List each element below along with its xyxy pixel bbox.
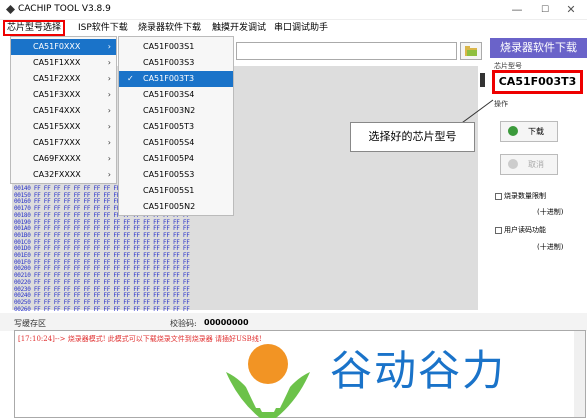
folder-icon <box>465 46 477 56</box>
chip-family-label: CA32FXXXX <box>33 170 81 179</box>
chip-model-label: CA51F005P4 <box>143 154 195 163</box>
chip-model-label: CA51F005S3 <box>143 170 195 179</box>
mode-banner: 烧录器软件下载 <box>490 38 587 58</box>
chip-family-label: CA51F4XXX <box>33 106 81 115</box>
download-label: 下载 <box>528 127 544 136</box>
chevron-right-icon: › <box>107 90 111 99</box>
chip-family-menu: CA51F0XXX › CA51F1XXX › CA51F2XXX › CA51F3XXX ›… <box>10 36 117 184</box>
cancel-icon <box>508 159 518 169</box>
chip-family-item[interactable]: CA51F2XXX › <box>11 71 116 87</box>
chip-model-label: CA51F005S1 <box>143 186 195 195</box>
count-limit-checkbox[interactable] <box>495 192 502 200</box>
chip-family-label: CA51F1XXX <box>33 58 81 67</box>
brand-logo-text: 谷动谷力 <box>330 346 507 395</box>
chip-model-label: CA51F003S1 <box>143 42 195 51</box>
chip-family-label: CA51F3XXX <box>33 90 81 99</box>
write-buffer-label: 写缓存区 <box>14 319 46 328</box>
chip-family-item[interactable]: CA32FXXXX › <box>11 167 116 183</box>
chip-model-label: CA51F005T3 <box>143 122 195 131</box>
chip-family-item[interactable]: CA51F7XXX › <box>11 135 116 151</box>
chevron-right-icon: › <box>107 106 111 115</box>
log-scrollbar[interactable] <box>574 331 585 417</box>
user-read-checkbox[interactable] <box>495 226 502 234</box>
checksum-value: 00000000 <box>204 318 249 327</box>
menu-serial-assistant[interactable]: 串口调试助手 <box>274 22 328 34</box>
chip-family-item[interactable]: CA51F3XXX › <box>11 87 116 103</box>
chip-model-item[interactable]: CA51F005S3 <box>119 167 233 183</box>
menu-isp-download[interactable]: ISP软件下载 <box>78 22 128 34</box>
chip-family-label: CA69FXXXX <box>33 154 81 163</box>
chip-model-item[interactable]: CA51F003S3 <box>119 55 233 71</box>
close-button[interactable]: ✕ <box>560 2 582 18</box>
chip-model-label: CA51F005S4 <box>143 138 195 147</box>
chevron-right-icon: › <box>107 122 111 131</box>
menu-touch-debug[interactable]: 触摸开发调试 <box>212 22 266 34</box>
chip-model-item[interactable]: CA51F005T3 <box>119 119 233 135</box>
chip-family-item[interactable]: CA51F0XXX › <box>11 39 116 55</box>
chip-family-label: CA51F7XXX <box>33 138 81 147</box>
user-read-option[interactable]: 用户读码功能 <box>495 225 546 235</box>
chevron-right-icon: › <box>107 74 111 83</box>
chip-model-label: CA51F003T3 <box>143 74 195 83</box>
hex-row: 00260 FF FF FF FF FF FF FF FF FF FF FF F… <box>14 305 190 313</box>
chip-family-item[interactable]: CA51F4XXX › <box>11 103 116 119</box>
chip-model-item[interactable]: CA51F003N2 <box>119 103 233 119</box>
open-folder-button[interactable] <box>460 42 482 60</box>
count-limit-label: 烧录数量限制 <box>504 192 546 200</box>
chip-model-label: CA51F003S3 <box>143 58 195 67</box>
operation-label: 操作 <box>494 100 508 108</box>
chip-family-item[interactable]: CA51F1XXX › <box>11 55 116 71</box>
hex-scrollbar[interactable] <box>480 73 485 87</box>
download-button[interactable]: 下载 <box>500 121 558 142</box>
chip-model-label: CA51F003S4 <box>143 90 195 99</box>
cancel-button[interactable]: 取消 <box>500 154 558 175</box>
menu-programmer-download[interactable]: 烧录器软件下载 <box>138 22 201 34</box>
chevron-right-icon: › <box>107 42 111 51</box>
decimal-label-2: (十进制) <box>537 243 564 251</box>
chip-model-item[interactable]: CA51F003S1 <box>119 39 233 55</box>
chevron-right-icon: › <box>107 138 111 147</box>
chip-family-label: CA51F0XXX <box>33 42 81 51</box>
annotation-callout: 选择好的芯片型号 <box>350 122 475 152</box>
user-read-label: 用户读码功能 <box>504 226 546 234</box>
minimize-button[interactable]: — <box>506 2 528 18</box>
chip-model-item[interactable]: CA51F005S1 <box>119 183 233 199</box>
chip-model-item[interactable]: CA51F005S4 <box>119 135 233 151</box>
menu-chip-select[interactable]: 芯片型号选择 <box>3 20 66 36</box>
maximize-button[interactable]: ☐ <box>534 2 556 18</box>
count-limit-option[interactable]: 烧录数量限制 <box>495 191 546 201</box>
chip-model-item[interactable]: CA51F003S4 <box>119 87 233 103</box>
decimal-label-1: (十进制) <box>537 208 564 216</box>
chevron-right-icon: › <box>107 170 111 179</box>
chip-model-label: CA51F003N2 <box>143 106 196 115</box>
cancel-label: 取消 <box>528 160 544 169</box>
brand-logo-icon <box>226 344 310 418</box>
chip-family-label: CA51F2XXX <box>33 74 81 83</box>
chip-model-item[interactable]: ✓ CA51F003T3 <box>119 71 233 87</box>
file-path-input[interactable] <box>236 42 457 60</box>
chip-model-item[interactable]: CA51F005P4 <box>119 151 233 167</box>
chevron-right-icon: › <box>107 154 111 163</box>
menu-bar: 芯片型号选择 ISP软件下载 烧录器软件下载 触摸开发调试 串口调试助手 <box>0 20 587 36</box>
chip-model-item[interactable]: CA51F005N2 <box>119 199 233 215</box>
chip-family-item[interactable]: CA69FXXXX › <box>11 151 116 167</box>
chip-model-label: CA51F005N2 <box>143 202 196 211</box>
check-icon: ✓ <box>127 74 134 83</box>
window-title: CACHIP TOOL V3.8.9 <box>18 4 111 14</box>
status-bar <box>0 313 587 331</box>
chip-family-label: CA51F5XXX <box>33 122 81 131</box>
app-logo-icon <box>6 5 15 14</box>
checksum-label: 校验码: <box>170 319 197 328</box>
chip-family-item[interactable]: CA51F5XXX › <box>11 119 116 135</box>
download-icon <box>508 126 518 136</box>
chevron-right-icon: › <box>107 58 111 67</box>
chip-model-menu: CA51F003S1 CA51F003S3 ✓ CA51F003T3 CA51F003S… <box>118 36 234 216</box>
chip-model-value: CA51F003T3 <box>492 70 583 94</box>
